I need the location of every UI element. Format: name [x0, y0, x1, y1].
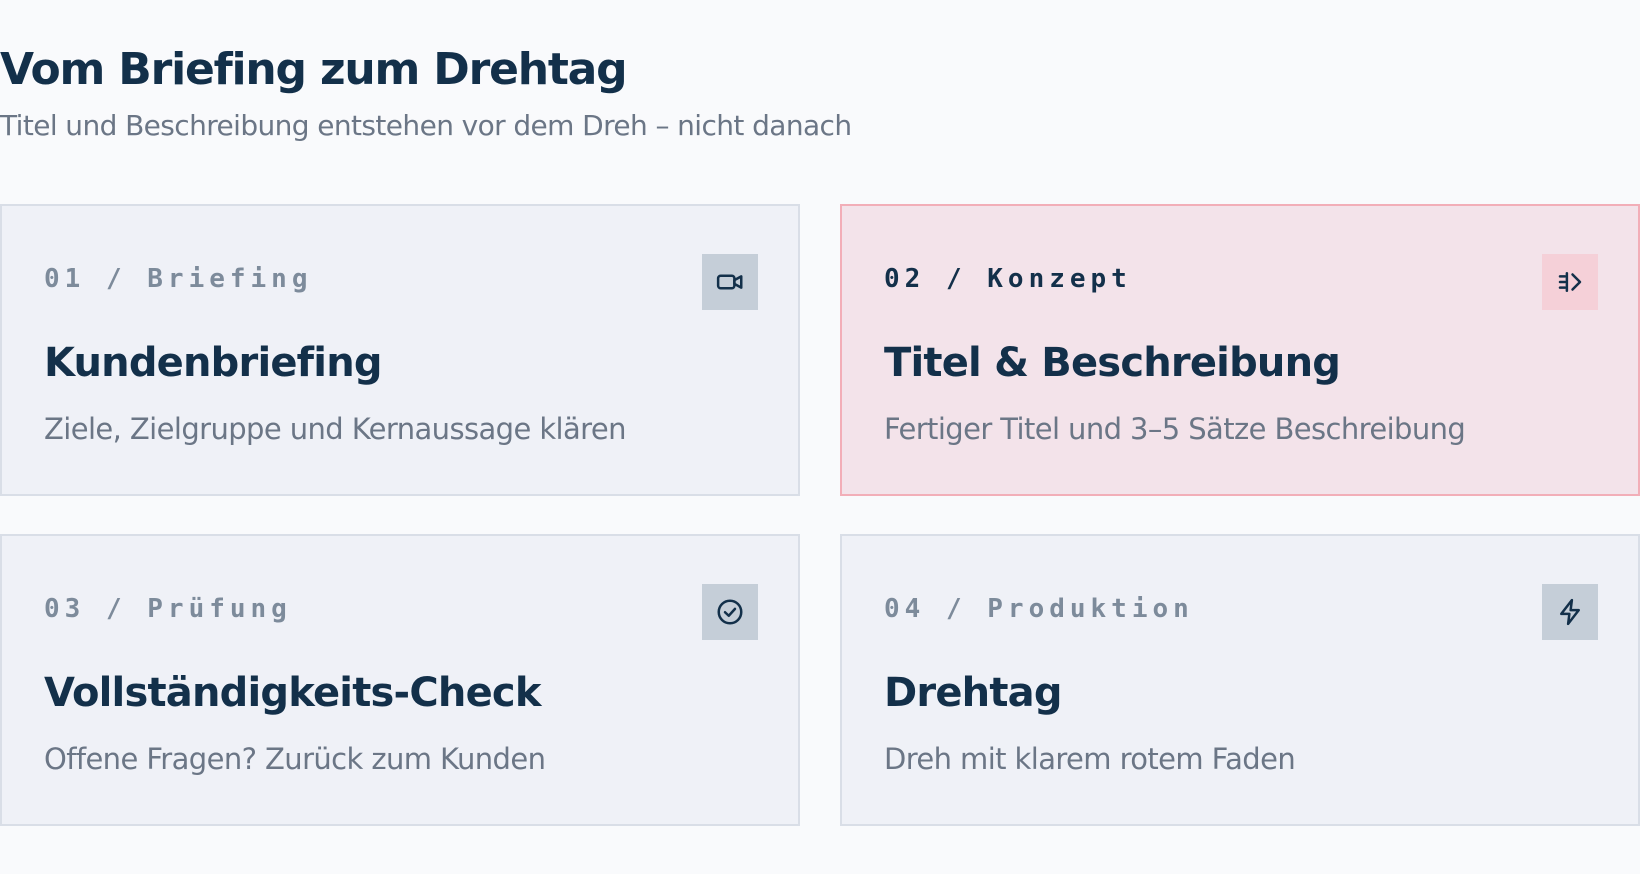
header: Vom Briefing zum Drehtag Titel und Besch… [0, 40, 852, 146]
step-title: Drehtag [884, 670, 1062, 716]
page-title: Vom Briefing zum Drehtag [0, 44, 628, 95]
step-title: Titel & Beschreibung [884, 340, 1341, 386]
step-description: Dreh mit klarem rotem Faden [884, 742, 1296, 776]
video-camera-icon [716, 274, 743, 290]
step-card-pruefung: 03 / Prüfung Vollständigkeits-Check Offe… [0, 534, 800, 826]
step-label: 01 / Briefing [44, 264, 313, 294]
page: Vom Briefing zum Drehtag Titel und Besch… [0, 0, 1640, 874]
step-title: Vollständigkeits-Check [44, 670, 541, 716]
step-card-konzept: 02 / Konzept Titel & Beschreibung Fertig… [840, 204, 1640, 496]
page-subtitle: Titel und Beschreibung entstehen vor dem… [0, 109, 852, 142]
icon-container [1542, 254, 1598, 310]
step-card-produktion: 04 / Produktion Drehtag Dreh mit klarem … [840, 534, 1640, 826]
icon-container [702, 254, 758, 310]
step-label: 02 / Konzept [884, 264, 1132, 294]
step-label: 03 / Prüfung [44, 594, 292, 624]
step-description: Ziele, Zielgruppe und Kernaussage klären [44, 412, 626, 446]
check-circle-icon [717, 599, 743, 625]
lightning-icon [1560, 598, 1580, 626]
step-description: Offene Fragen? Zurück zum Kunden [44, 742, 546, 776]
step-label: 04 / Produktion [884, 594, 1194, 624]
icon-container [1542, 584, 1598, 640]
text-cursor-icon [1558, 272, 1582, 292]
step-title: Kundenbriefing [44, 340, 383, 386]
step-card-briefing: 01 / Briefing Kundenbriefing Ziele, Ziel… [0, 204, 800, 496]
icon-container [702, 584, 758, 640]
step-description: Fertiger Titel und 3–5 Sätze Beschreibun… [884, 412, 1466, 446]
step-grid: 01 / Briefing Kundenbriefing Ziele, Ziel… [0, 204, 1640, 826]
